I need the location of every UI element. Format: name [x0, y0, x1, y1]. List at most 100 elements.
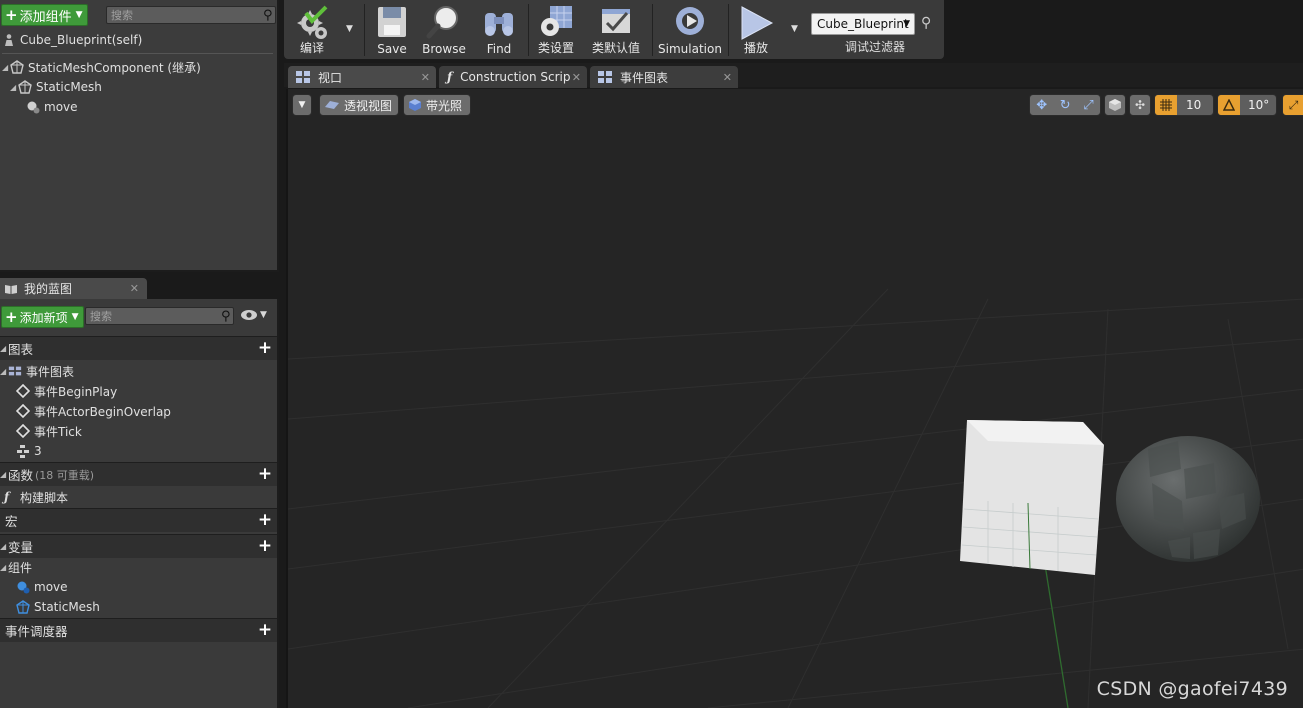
graph-icon: [598, 71, 612, 83]
scale-snap-toggle[interactable]: ⤢: [1282, 94, 1303, 116]
tab-viewport[interactable]: 视口 ✕: [288, 66, 436, 88]
category-label: 变量: [8, 540, 34, 555]
tree-item-variable-staticmesh[interactable]: StaticMesh: [16, 598, 100, 616]
nodes-icon: [17, 445, 29, 458]
tree-item-event[interactable]: 事件BeginPlay: [16, 382, 117, 400]
class-defaults-button[interactable]: 类默认值: [590, 0, 642, 59]
mesh-component-icon: [18, 80, 32, 94]
category-sub-label: (18 可重载): [35, 468, 95, 482]
tab-construction-script[interactable]: ƒ Construction Scrip ✕: [439, 66, 587, 88]
blueprint-search-input[interactable]: [86, 309, 219, 323]
add-function-button[interactable]: +: [257, 466, 273, 483]
document-tab-bar: 视口 ✕ ƒ Construction Scrip ✕ 事件图表 ✕: [284, 63, 1303, 88]
expand-arrow-icon: ◢: [0, 562, 7, 572]
floppy-disk-icon: [378, 7, 406, 37]
add-dispatcher-button[interactable]: +: [257, 622, 273, 639]
tree-item-construction-script[interactable]: ƒ 构建脚本: [4, 488, 68, 506]
viewport-options-button[interactable]: ▼: [292, 94, 312, 116]
play-button[interactable]: 播放: [734, 0, 778, 59]
expand-arrow-icon: ◢: [0, 470, 7, 479]
category-event-dispatchers[interactable]: 事件调度器 +: [0, 618, 277, 642]
category-macros[interactable]: 宏 +: [0, 508, 277, 532]
coordinate-space-button[interactable]: [1104, 94, 1126, 116]
compile-button[interactable]: 编译: [290, 0, 334, 59]
tree-item-staticmeshcomponent[interactable]: ◢ StaticMeshComponent (继承): [2, 58, 201, 76]
rotation-snap-toggle[interactable]: [1218, 95, 1240, 115]
tree-item-staticmesh[interactable]: ◢ StaticMesh: [10, 78, 102, 96]
expand-arrow-icon: ◢: [10, 82, 17, 92]
transform-tools[interactable]: ✥ ↻ ⤢: [1029, 94, 1101, 116]
rotating-component-icon: [17, 581, 30, 594]
compile-options-chevron-icon[interactable]: ▼: [346, 24, 353, 34]
tree-item-node-count[interactable]: 3: [16, 442, 42, 460]
category-graphs[interactable]: ◢ 图表 +: [0, 336, 277, 360]
browse-label: Browse: [422, 42, 466, 56]
add-macro-button[interactable]: +: [257, 512, 273, 529]
rotation-snap-control[interactable]: 10°: [1217, 94, 1277, 116]
surface-snap-icon: ✣: [1134, 98, 1146, 112]
play-label: 播放: [743, 41, 768, 55]
class-settings-button[interactable]: 类设置: [534, 0, 578, 59]
search-icon[interactable]: ⚲: [921, 15, 931, 31]
viewport-scene: [288, 89, 1303, 708]
grid-snap-toggle[interactable]: [1155, 95, 1177, 115]
category-label: 图表: [8, 342, 34, 357]
tree-item-self[interactable]: Cube_Blueprint(self): [2, 31, 142, 49]
viewport[interactable]: ▼ 透视视图 带光照 ✥ ↻ ⤢ ✣ 10 10° ⤢ CSDN @gaofei…: [286, 89, 1303, 708]
mesh-component-icon: [16, 600, 30, 614]
angle-icon: [1223, 99, 1235, 111]
tree-item-event[interactable]: 事件Tick: [16, 422, 82, 440]
view-options-button[interactable]: ▼: [240, 309, 267, 321]
lit-mode-button[interactable]: 带光照: [403, 94, 471, 116]
category-functions[interactable]: ◢ 函数 (18 可重载) +: [0, 462, 277, 486]
debug-object-select[interactable]: Cube_Blueprint ▼: [811, 13, 915, 35]
browse-button[interactable]: Browse: [420, 0, 468, 59]
tree-item-event[interactable]: 事件ActorBeginOverlap: [16, 402, 171, 420]
plus-icon: +: [5, 308, 18, 326]
grid-snap-control[interactable]: 10: [1154, 94, 1214, 116]
category-variables[interactable]: ◢ 变量 +: [0, 534, 277, 558]
save-button[interactable]: Save: [370, 0, 414, 59]
find-button[interactable]: Find: [478, 0, 520, 59]
add-variable-button[interactable]: +: [257, 538, 273, 555]
blueprint-search[interactable]: ⚲: [85, 307, 234, 325]
class-defaults-label: 类默认值: [591, 41, 640, 55]
tree-item-event-graph[interactable]: ◢ 事件图表: [0, 362, 74, 380]
tab-my-blueprint[interactable]: 我的蓝图 ✕: [0, 278, 147, 299]
components-panel: + 添加组件 ▼ ⚲ Cube_Blueprint(self) ◢ Static…: [0, 0, 279, 272]
tree-label: StaticMesh: [34, 600, 100, 614]
binoculars-icon: [485, 13, 513, 36]
mesh-component-icon: [10, 60, 24, 74]
play-options-chevron-icon[interactable]: ▼: [791, 24, 798, 34]
close-icon[interactable]: ✕: [421, 71, 430, 84]
simulation-button[interactable]: Simulation: [658, 0, 722, 59]
save-label: Save: [377, 42, 407, 56]
component-search-input[interactable]: [107, 8, 261, 22]
scale-icon[interactable]: ⤢: [1083, 98, 1093, 113]
simulation-label: Simulation: [658, 42, 722, 56]
function-icon: ƒ: [447, 70, 453, 84]
grid-icon: [1160, 99, 1172, 111]
close-icon[interactable]: ✕: [130, 282, 139, 295]
tree-item-move[interactable]: move: [26, 98, 78, 116]
add-graph-button[interactable]: +: [257, 340, 273, 357]
tree-label: StaticMesh: [36, 80, 102, 94]
eye-icon: [241, 310, 257, 320]
add-new-button[interactable]: + 添加新项 ▼: [1, 306, 84, 328]
component-search[interactable]: ⚲: [106, 6, 276, 24]
perspective-label: 透视视图: [344, 98, 393, 113]
add-component-button[interactable]: + 添加组件 ▼: [1, 4, 88, 26]
tab-event-graph[interactable]: 事件图表 ✕: [590, 66, 738, 88]
tree-label: 事件BeginPlay: [34, 384, 118, 399]
tree-item-components-group[interactable]: ◢ 组件: [0, 558, 32, 576]
tab-label: 我的蓝图: [24, 282, 73, 296]
rotate-icon[interactable]: ↻: [1060, 98, 1071, 113]
close-icon[interactable]: ✕: [723, 71, 732, 84]
surface-snap-button[interactable]: ✣: [1129, 94, 1151, 116]
divider: [2, 53, 273, 54]
close-icon[interactable]: ✕: [572, 71, 581, 84]
rotation-snap-value: 10°: [1248, 98, 1270, 112]
perspective-button[interactable]: 透视视图: [319, 94, 399, 116]
translate-icon[interactable]: ✥: [1036, 98, 1047, 113]
tree-item-variable-move[interactable]: move: [16, 578, 68, 596]
